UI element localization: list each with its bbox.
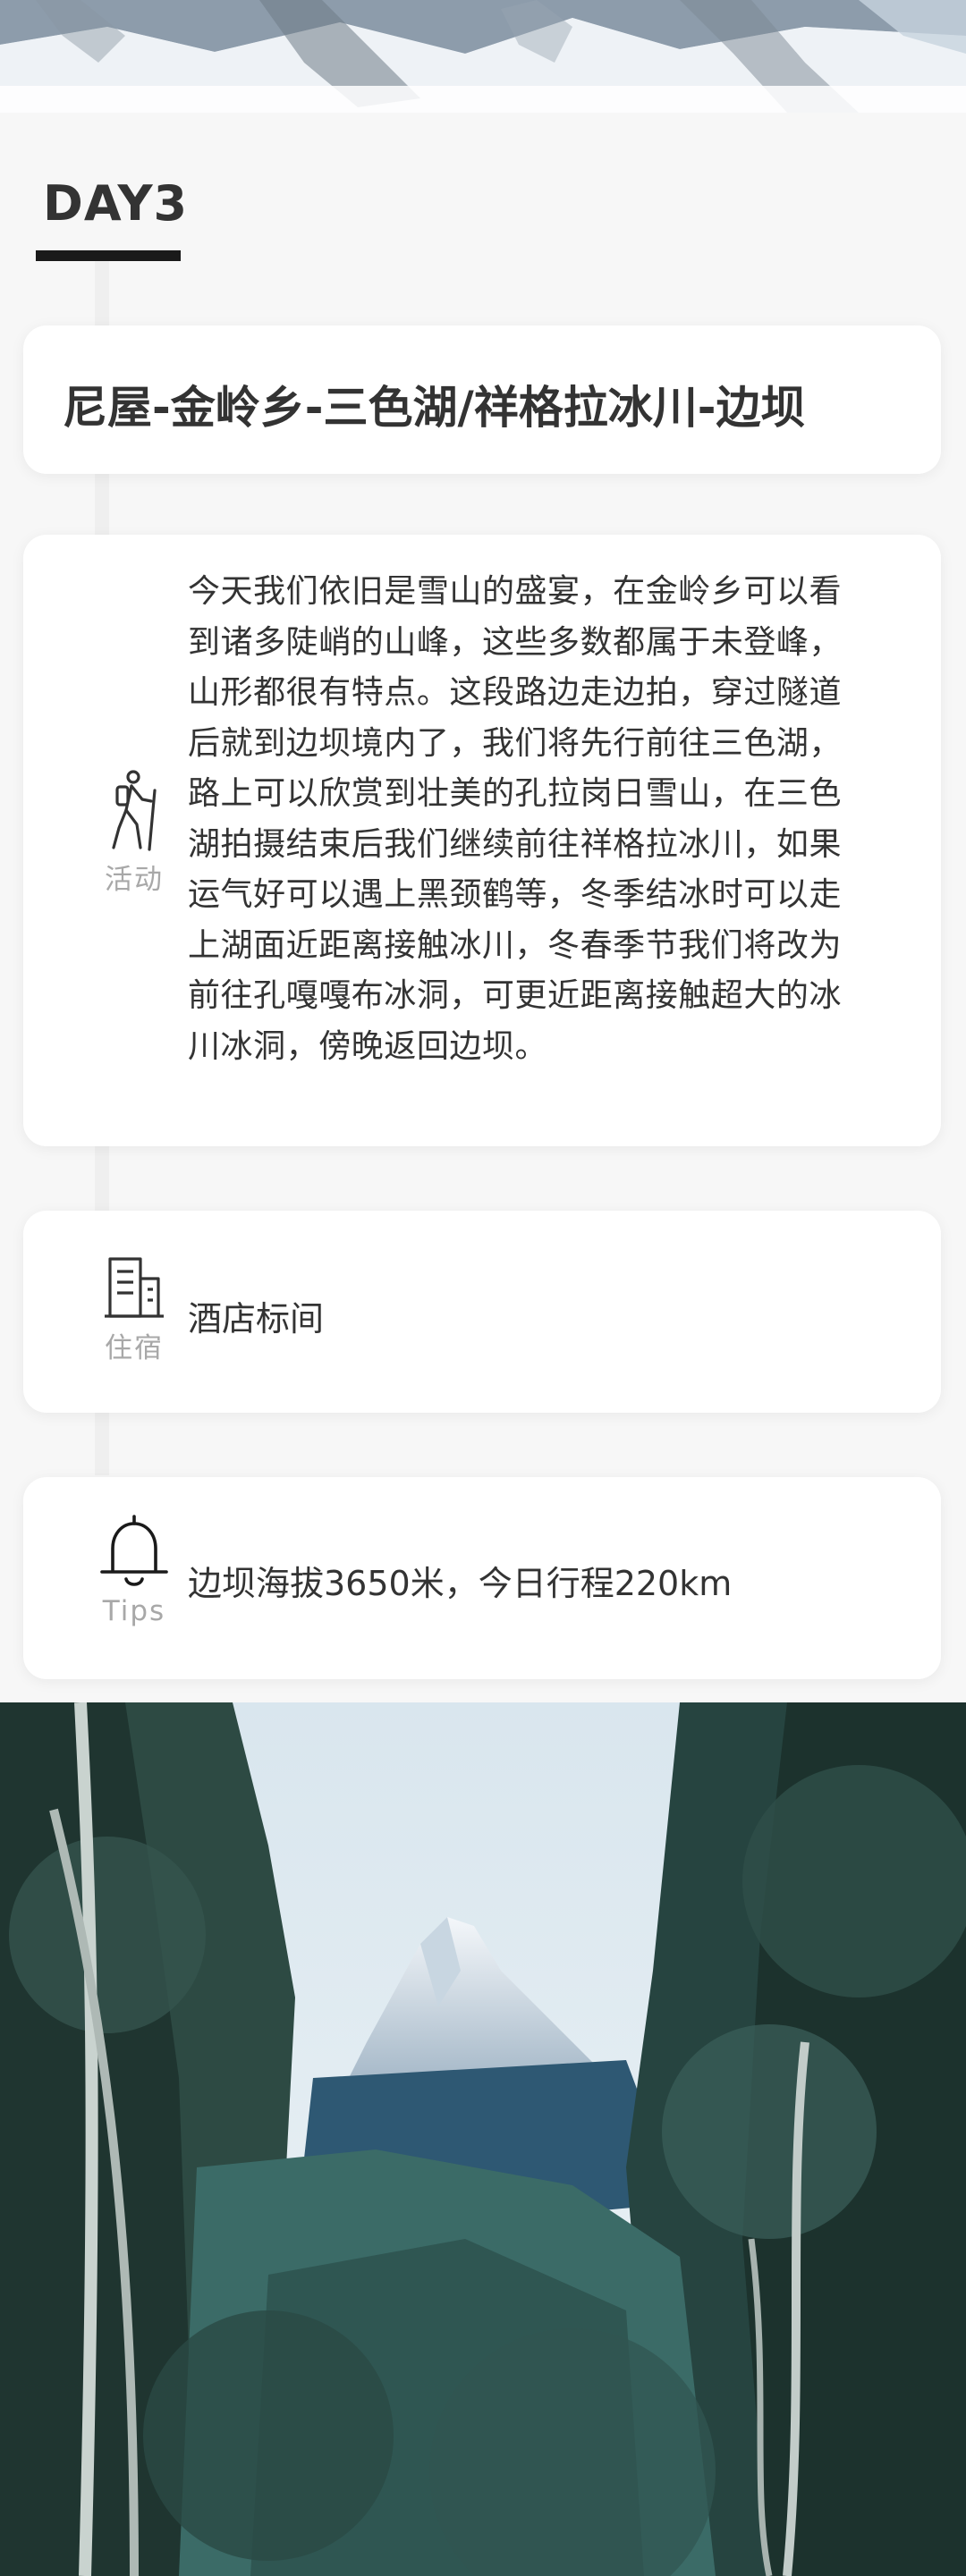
activity-line: 路上可以欣赏到壮美的孔拉岗日雪山，在三色 <box>188 775 843 812</box>
hiker-icon <box>105 769 164 851</box>
stay-card: 住宿 酒店标间 <box>23 1211 941 1413</box>
day-label: DAY3 <box>43 175 189 232</box>
building-icon <box>103 1255 165 1320</box>
route-title: 尼屋-金岭乡-三色湖/祥格拉冰川-边坝 <box>63 382 806 434</box>
tips-card: Tips 边坝海拔3650米，今日行程220km <box>23 1477 941 1679</box>
snow-mountain-image <box>0 0 966 113</box>
activity-line: 前往孔嘎嘎布冰洞，可更近距离接触超大的冰 <box>188 977 843 1014</box>
activity-line: 山形都很有特点。这段路边走边拍，穿过隧道 <box>188 674 843 711</box>
activity-description: 今天我们依旧是雪山的盛宴，在金岭乡可以看 到诸多陡峭的山峰，这些多数都属于未登峰… <box>188 567 932 1072</box>
activity-label: 活动 <box>105 864 164 896</box>
stay-text: 酒店标间 <box>188 1299 325 1339</box>
activity-line: 后就到边坝境内了，我们将先行前往三色湖， <box>188 724 843 762</box>
activity-line: 运气好可以遇上黑颈鹤等，冬季结冰时可以走 <box>188 876 843 913</box>
activity-icon-group: 活动 <box>63 769 206 897</box>
stay-label: 住宿 <box>105 1332 164 1364</box>
tips-label: Tips <box>102 1595 166 1627</box>
snow-mountain-banner <box>0 0 966 113</box>
stay-icon-group: 住宿 <box>63 1255 206 1365</box>
activity-line: 今天我们依旧是雪山的盛宴，在金岭乡可以看 <box>188 573 843 610</box>
forest-mountain-photo <box>0 1702 966 2576</box>
tips-text: 边坝海拔3650米，今日行程220km <box>188 1564 733 1603</box>
forest-mountain-image <box>0 1702 966 2576</box>
activity-line: 到诸多陡峭的山峰，这些多数都属于未登峰， <box>188 623 843 661</box>
tips-icon-group: Tips <box>63 1513 206 1627</box>
day-underline <box>36 250 181 261</box>
itinerary-page: DAY3 尼屋-金岭乡-三色湖/祥格拉冰川-边坝 活动 今天我们依旧是雪山的盛宴… <box>0 0 966 2576</box>
activity-line: 川冰洞，傍晚返回边坝。 <box>188 1027 548 1065</box>
bell-icon <box>97 1513 172 1590</box>
activity-line: 上湖面近距离接触冰川，冬春季节我们将改为 <box>188 926 843 964</box>
route-card: 尼屋-金岭乡-三色湖/祥格拉冰川-边坝 <box>23 325 941 474</box>
activity-card: 活动 今天我们依旧是雪山的盛宴，在金岭乡可以看 到诸多陡峭的山峰，这些多数都属于… <box>23 535 941 1146</box>
activity-line: 湖拍摄结束后我们继续前往祥格拉冰川，如果 <box>188 825 843 863</box>
